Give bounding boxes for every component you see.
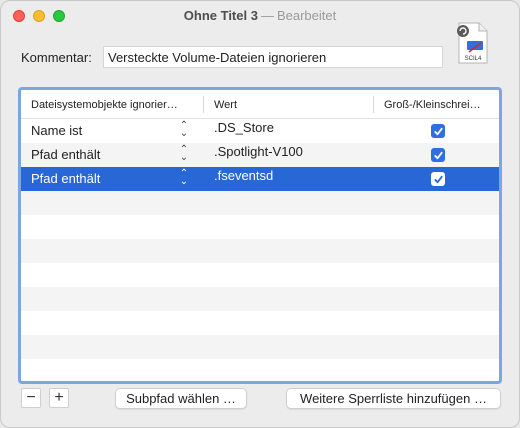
checkmark-icon bbox=[433, 127, 443, 135]
empty-row bbox=[21, 239, 499, 263]
column-divider bbox=[373, 96, 374, 113]
popup-chevron-icon[interactable]: ⌃ ⌄ bbox=[179, 145, 189, 163]
row-value[interactable]: .Spotlight-V100 bbox=[214, 144, 303, 159]
case-sensitive-checkbox[interactable] bbox=[431, 172, 445, 186]
document-icon-label: SCIL4 bbox=[465, 56, 482, 62]
window-title: Ohne Titel 3— Bearbeitet bbox=[1, 8, 519, 23]
checkmark-icon bbox=[433, 175, 443, 183]
column-header-value[interactable]: Wert bbox=[214, 99, 374, 111]
empty-row bbox=[21, 335, 499, 359]
title-separator: — bbox=[260, 8, 274, 23]
row-type-popup[interactable]: Pfad enthält bbox=[31, 147, 100, 162]
choose-subpath-button[interactable]: Subpfad wählen … bbox=[115, 388, 247, 409]
empty-row bbox=[21, 191, 499, 215]
document-state: Bearbeitet bbox=[276, 8, 337, 23]
column-divider bbox=[203, 96, 204, 113]
document-icon[interactable]: SCIL4 bbox=[455, 21, 491, 65]
popup-chevron-icon[interactable]: ⌃ ⌄ bbox=[179, 121, 189, 139]
app-window: Ohne Titel 3— Bearbeitet SCIL4 Kommentar:… bbox=[0, 0, 520, 428]
ignore-list-table[interactable]: Dateisystemobjekte ignorier… Wert Groß-/… bbox=[18, 87, 502, 384]
popup-chevron-icon[interactable]: ⌃ ⌄ bbox=[179, 169, 189, 187]
empty-row bbox=[21, 215, 499, 239]
comment-field[interactable] bbox=[103, 46, 443, 68]
row-type-popup[interactable]: Name ist bbox=[31, 123, 82, 138]
column-header-case[interactable]: Groß-/Kleinschrei… bbox=[384, 99, 496, 111]
add-blocklist-button[interactable]: Weitere Sperrliste hinzufügen … bbox=[286, 388, 501, 409]
document-name: Ohne Titel 3 bbox=[183, 8, 258, 23]
empty-row bbox=[21, 263, 499, 287]
empty-row bbox=[21, 287, 499, 311]
title-bar: Ohne Titel 3— Bearbeitet bbox=[1, 1, 519, 31]
remove-row-button[interactable]: − bbox=[21, 388, 41, 408]
empty-row bbox=[21, 359, 499, 381]
table-row[interactable]: Pfad enthält ⌃ ⌄ .Spotlight-V100 bbox=[21, 143, 499, 167]
row-value[interactable]: .fseventsd bbox=[214, 168, 273, 183]
empty-row bbox=[21, 311, 499, 335]
row-type-popup[interactable]: Pfad enthält bbox=[31, 171, 100, 186]
checkmark-icon bbox=[433, 151, 443, 159]
add-row-button[interactable]: + bbox=[49, 388, 69, 408]
column-header-object[interactable]: Dateisystemobjekte ignorier… bbox=[31, 99, 191, 111]
case-sensitive-checkbox[interactable] bbox=[431, 148, 445, 162]
table-row[interactable]: Name ist ⌃ ⌄ .DS_Store bbox=[21, 119, 499, 143]
table-row-selected[interactable]: Pfad enthält ⌃ ⌄ .fseventsd bbox=[21, 167, 499, 191]
table-header: Dateisystemobjekte ignorier… Wert Groß-/… bbox=[21, 90, 499, 119]
row-value[interactable]: .DS_Store bbox=[214, 120, 274, 135]
case-sensitive-checkbox[interactable] bbox=[431, 124, 445, 138]
comment-label: Kommentar: bbox=[21, 50, 92, 65]
